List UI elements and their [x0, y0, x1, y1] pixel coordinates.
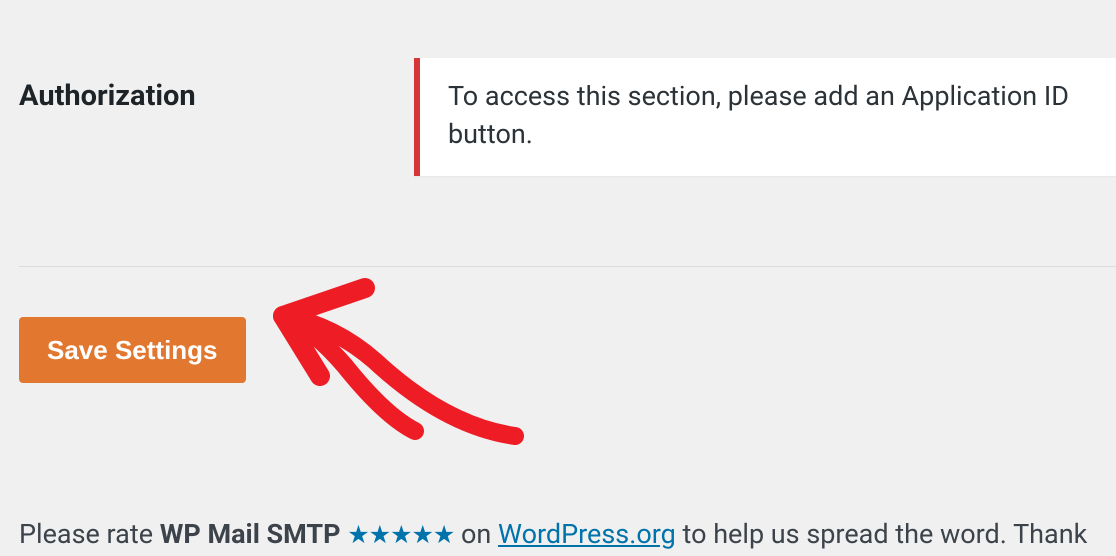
- authorization-notice: To access this section, please add an Ap…: [414, 58, 1116, 176]
- footer-rating-text: Please rate WP Mail SMTP ★★★★★ on WordPr…: [19, 516, 1116, 556]
- rating-stars-icon[interactable]: ★★★★★: [347, 521, 454, 550]
- footer-suffix: to help us spread the word. Thank: [676, 518, 1088, 550]
- authorization-label: Authorization: [19, 58, 414, 117]
- save-settings-button[interactable]: Save Settings: [19, 317, 246, 383]
- footer-product-name: WP Mail SMTP: [160, 518, 341, 550]
- footer-prefix: Please rate: [19, 518, 160, 550]
- footer-mid: on: [454, 518, 498, 550]
- wordpress-org-link[interactable]: WordPress.org: [498, 518, 676, 550]
